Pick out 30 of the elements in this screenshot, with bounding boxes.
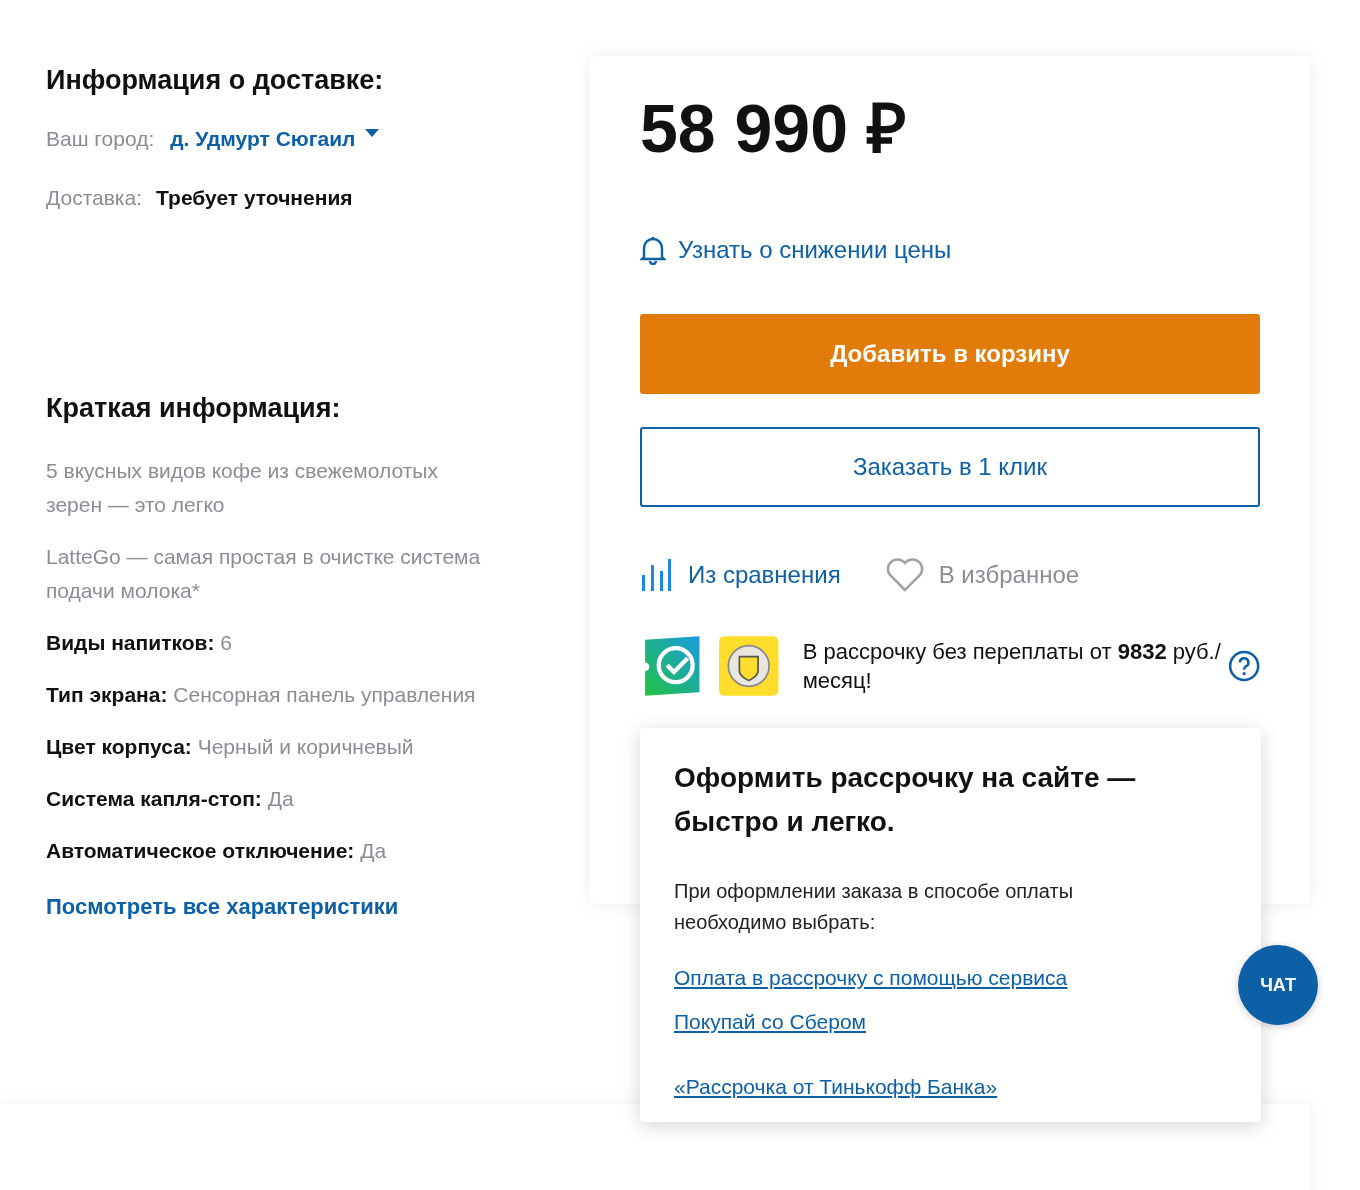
one-click-button[interactable]: Заказать в 1 клик [640,427,1260,507]
caret-icon [365,128,380,138]
feature-text: 5 вкусных видов кофе из свежемолотых зерен — это легко [46,458,439,518]
spec-row-text: Система капля-стоп: Да [46,786,295,812]
popover-text: При оформлении заказа в способе оплаты необходимо выбрать: [674,879,1074,935]
delivery-value: Требует уточнения [156,185,353,211]
all-specs-link[interactable]: Посмотреть все характеристики [46,890,524,923]
installment-text: В рассрочку без переплаты от 9832 руб./ месяц! [802,638,1222,695]
bell-icon [640,235,666,265]
price: 58 990 ₽ [640,89,908,168]
city-selector[interactable]: д. Удмурт Сюгаил [170,122,380,154]
spec-row-text: Тип экрана: Сенсорная панель управления [46,682,477,708]
spec-row-text: Цвет корпуса: Черный и коричневый [46,734,415,760]
section-heading: Краткая информация: [46,391,342,425]
compare-toggle[interactable]: Из сравнения [640,557,841,593]
spec-row-text: Виды напитков: 6 [46,630,233,656]
section-heading: Информация о доставке: [46,64,385,97]
payment-link[interactable]: «Рассрочка от Тинькофф Банка» [674,1071,998,1103]
city-label: Ваш город: [46,125,155,152]
favorite-toggle[interactable]: В избранное [884,557,1080,593]
chat-button[interactable]: ЧАТ [1238,945,1318,1025]
popover-title: Оформить рассрочку на сайте — быстро и легко. [674,761,1137,839]
payment-link[interactable]: Оплата в рассрочку с помощью сервиса [674,962,1068,994]
payment-link[interactable]: Покупай со Сбером [674,1005,866,1037]
price-alert-link[interactable]: Узнать о снижении цены [640,232,1260,268]
bar-chart-icon [640,557,672,593]
delivery-label: Доставка: [46,185,143,211]
heart-icon [884,557,925,593]
spec-row-text: Автоматическое отключение: Да [46,838,388,864]
feature-text: LatteGo — самая простая в очистке система подачи молока* [46,544,482,604]
